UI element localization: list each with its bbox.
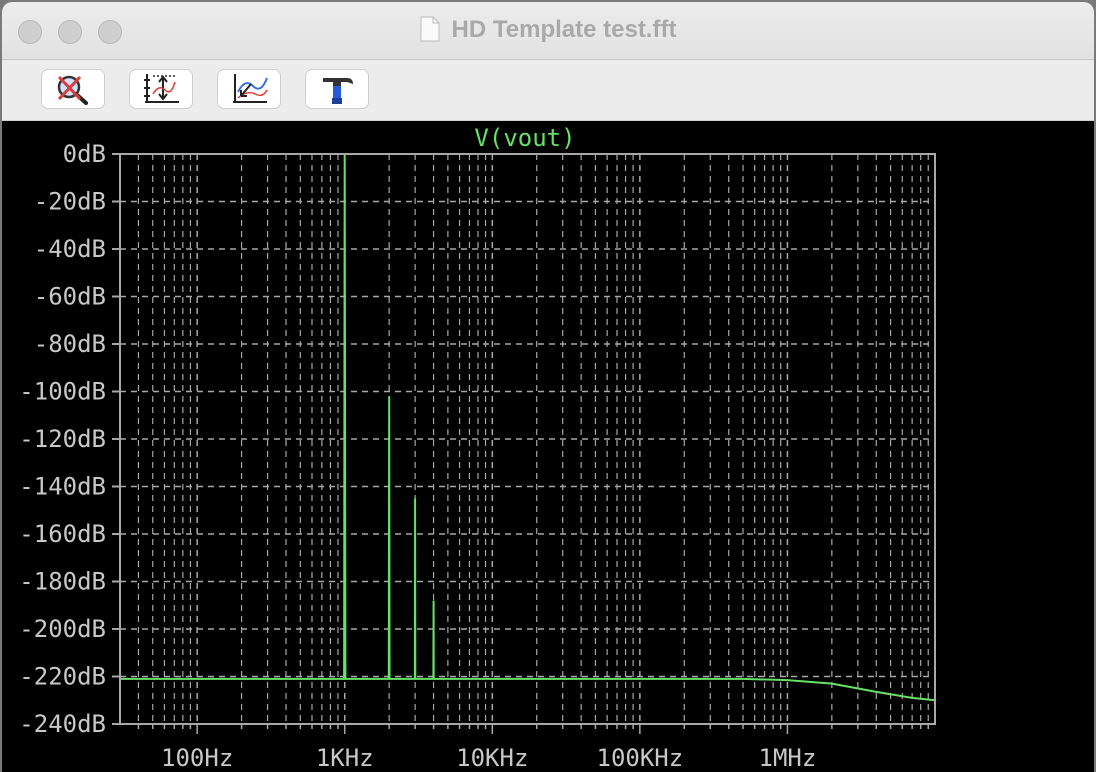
trace-vout[interactable] [120,153,936,702]
y-tick-label: -140dB [19,473,106,501]
x-tick-label: 10KHz [456,744,528,772]
autorange-y-button[interactable] [129,69,193,109]
fft-window: HD Template test.fft V(vout) 0dB -20dB -… [2,2,1094,772]
pick-trace-icon [233,74,268,103]
window-title-area: HD Template test.fft [2,16,1094,44]
x-tick-label: 1KHz [316,744,374,772]
zoom-cancel-icon [57,75,88,105]
settings-button[interactable] [305,69,369,109]
y-tick-label: -20dB [34,188,106,216]
y-tick-label: -60dB [34,283,106,311]
y-tick-label: -160dB [19,520,106,548]
zoom-cancel-button[interactable] [41,69,105,109]
toolbar [2,60,1094,121]
title-bar: HD Template test.fft [2,2,1094,60]
y-tick-label: -240dB [19,710,106,738]
x-tick-label: 100KHz [597,744,684,772]
y-tick-label: -180dB [19,568,106,596]
x-tick-label: 100Hz [161,744,233,772]
trace-layer [120,153,936,702]
plot-title: V(vout) [474,124,575,152]
pick-trace-button[interactable] [217,69,281,109]
y-tick-label: -80dB [34,330,106,358]
x-tick-label: 1MHz [759,744,817,772]
document-icon [419,16,440,42]
autorange-axes-icon [144,74,179,103]
y-tick-label: -120dB [19,425,106,453]
window-title: HD Template test.fft [451,16,677,43]
y-tick-label: -100dB [19,378,106,406]
grid-layer [112,153,935,734]
y-tick-label: -220dB [19,663,106,691]
y-tick-label: -40dB [34,235,106,263]
fft-plot[interactable]: V(vout) 0dB -20dB -40dB -60dB -80dB -100dB -12… [2,121,1094,772]
hammer-icon [323,78,353,104]
y-tick-label: 0dB [63,140,106,168]
y-tick-label: -200dB [19,615,106,643]
